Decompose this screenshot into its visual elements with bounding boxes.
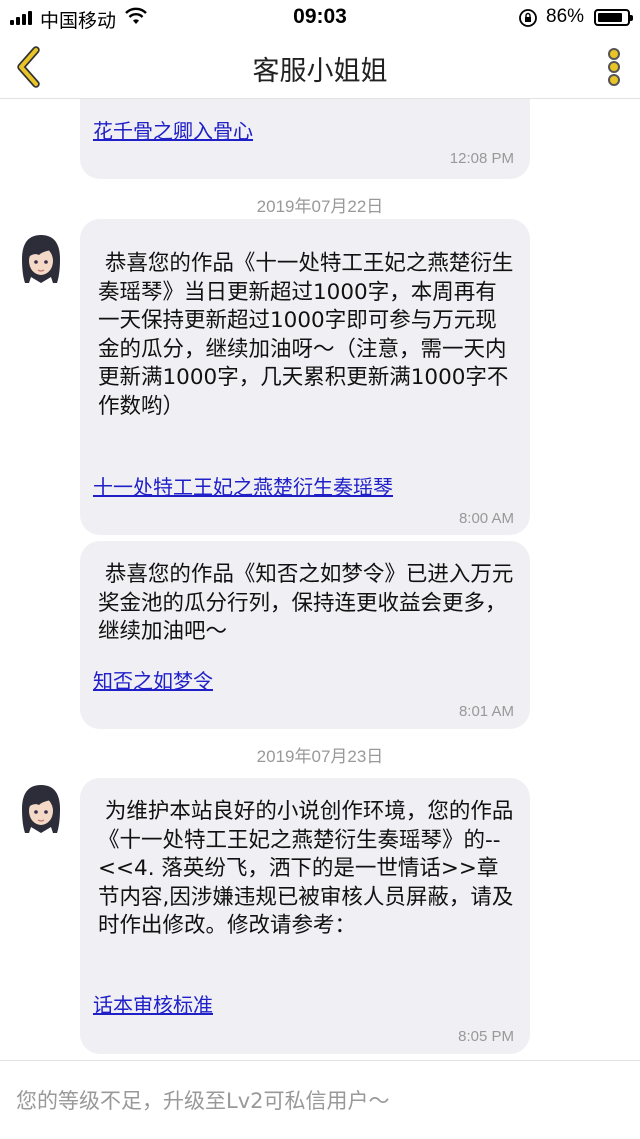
battery-percent: 86% <box>546 6 585 27</box>
message-link[interactable]: 知否之如梦令 <box>93 665 213 694</box>
message-link[interactable]: 十一处特工王妃之燕楚衍生奏瑶琴 <box>93 471 393 500</box>
date-separator: 2019年07月23日 <box>256 747 384 766</box>
avatar-icon[interactable] <box>19 233 63 283</box>
message-bubble: 为维护本站良好的小说创作环境，您的作品《十一处特工王妃之燕楚衍生奏瑶琴》的-- … <box>80 778 530 1054</box>
message-bubble: 花千骨之卿入骨心 12:08 PM <box>80 99 530 179</box>
message-time: 8:05 PM <box>458 1028 514 1045</box>
message-bubble: 恭喜您的作品《知否之如梦令》已进入万元奖金池的瓜分行列，保持连更收益会更多，继续… <box>80 541 530 729</box>
battery-icon <box>594 9 633 26</box>
status-bar: 中国移动 09:03 86% <box>0 0 640 36</box>
more-vertical-icon[interactable] <box>602 44 626 90</box>
page-title: 客服小姐姐 <box>252 56 388 87</box>
message-text: 恭喜您的作品《知否之如梦令》已进入万元奖金池的瓜分行列，保持连更收益会更多，继续… <box>98 562 514 644</box>
message-time: 8:01 AM <box>458 703 514 720</box>
chat-list[interactable]: 花千骨之卿入骨心 12:08 PM 2019年07月22日 恭喜您的作品《十一处… <box>0 99 640 1060</box>
message-link[interactable]: 话本审核标准 <box>93 989 213 1018</box>
date-separator: 2019年07月22日 <box>256 197 384 216</box>
message-time: 12:08 PM <box>449 150 514 167</box>
message-link[interactable]: 花千骨之卿入骨心 <box>93 115 253 144</box>
message-text: 为维护本站良好的小说创作环境，您的作品《十一处特工王妃之燕楚衍生奏瑶琴》的-- … <box>98 799 514 938</box>
input-disabled-hint: 您的等级不足，升级至Lv2可私信用户～ <box>16 1089 390 1113</box>
message-text: 恭喜您的作品《十一处特工王妃之燕楚衍生奏瑶琴》当日更新超过1000字，本周再有一… <box>98 251 514 419</box>
message-bubble: 恭喜您的作品《十一处特工王妃之燕楚衍生奏瑶琴》当日更新超过1000字，本周再有一… <box>80 219 530 535</box>
orientation-lock-icon <box>519 9 537 27</box>
message-input-bar[interactable]: 您的等级不足，升级至Lv2可私信用户～ <box>0 1060 640 1139</box>
nav-bar: 客服小姐姐 <box>0 36 640 99</box>
message-time: 8:00 AM <box>458 510 514 527</box>
avatar-icon[interactable] <box>19 783 63 833</box>
status-time: 09:03 <box>293 5 347 28</box>
